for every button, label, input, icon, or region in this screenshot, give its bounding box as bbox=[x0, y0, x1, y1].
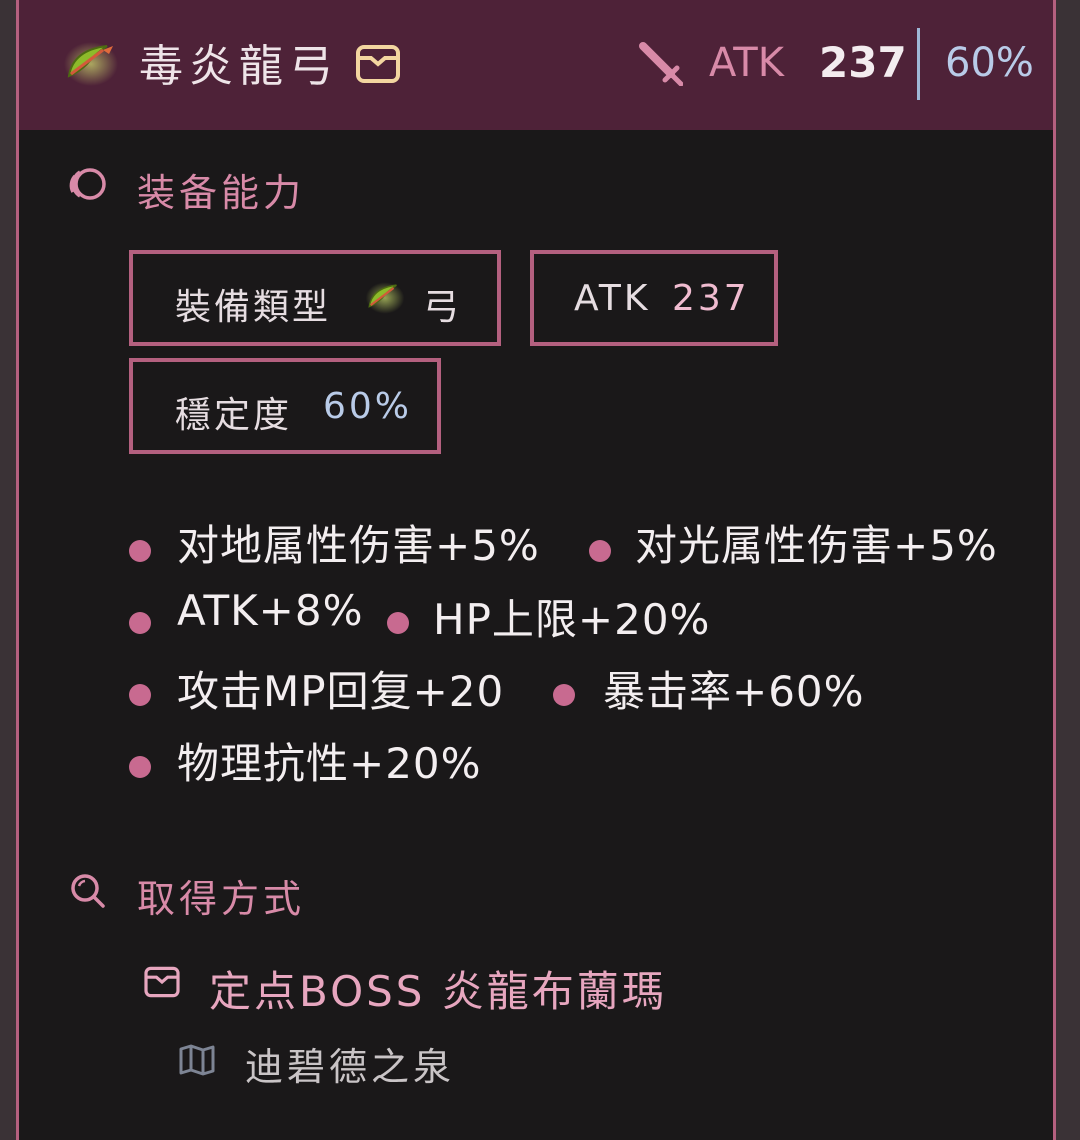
effect-bullet bbox=[589, 540, 611, 562]
abilities-title: 装备能力 bbox=[137, 171, 306, 215]
effect-item: 攻击MP回复+20 bbox=[177, 667, 505, 716]
stability-value: 60% bbox=[945, 40, 1034, 86]
map-icon bbox=[179, 1044, 215, 1076]
equip-type-label: 裝備類型 bbox=[175, 287, 332, 328]
obtain-location: 迪碧德之泉 bbox=[245, 1045, 456, 1089]
atk-tag-value: 237 bbox=[672, 278, 750, 319]
stability-tag-label: 穩定度 bbox=[175, 395, 293, 436]
item-name: 毒炎龍弓 bbox=[139, 41, 339, 92]
item-card: 毒炎龍弓 ATK 237 60% 装备能力 裝備類型 弓 ATK 237 穩定度… bbox=[16, 0, 1056, 1140]
effect-bullet bbox=[129, 684, 151, 706]
bow-icon bbox=[64, 42, 118, 86]
effect-item: HP上限+20% bbox=[433, 595, 711, 644]
sword-icon bbox=[639, 42, 683, 86]
atk-tag-label: ATK bbox=[574, 278, 651, 319]
obtain-source: 定点BOSS 炎龍布蘭瑪 bbox=[209, 967, 667, 1016]
equip-type-value: 弓 bbox=[423, 287, 463, 328]
effect-item: 暴击率+60% bbox=[603, 667, 865, 716]
header-divider bbox=[917, 28, 920, 100]
search-icon bbox=[71, 874, 105, 908]
bow-icon bbox=[365, 282, 405, 314]
swirl-icon bbox=[69, 168, 106, 200]
effect-bullet bbox=[387, 612, 409, 634]
atk-value: 237 bbox=[819, 38, 907, 87]
effect-bullet bbox=[129, 540, 151, 562]
atk-tag: ATK 237 bbox=[530, 250, 778, 346]
stability-tag: 穩定度 60% bbox=[129, 358, 441, 454]
drop-box-icon bbox=[144, 966, 180, 998]
effect-bullet bbox=[129, 756, 151, 778]
effect-item: ATK+8% bbox=[177, 586, 364, 635]
stability-tag-value: 60% bbox=[323, 386, 413, 427]
effect-bullet bbox=[553, 684, 575, 706]
drop-box-icon bbox=[356, 45, 400, 83]
item-header: 毒炎龍弓 ATK 237 60% bbox=[19, 0, 1053, 130]
obtain-title: 取得方式 bbox=[137, 877, 306, 921]
atk-label: ATK bbox=[709, 40, 784, 86]
effect-bullet bbox=[129, 612, 151, 634]
equip-type-tag: 裝備類型 弓 bbox=[129, 250, 501, 346]
effect-item: 对地属性伤害+5% bbox=[177, 521, 540, 570]
effect-item: 对光属性伤害+5% bbox=[635, 521, 998, 570]
effect-item: 物理抗性+20% bbox=[177, 739, 482, 788]
